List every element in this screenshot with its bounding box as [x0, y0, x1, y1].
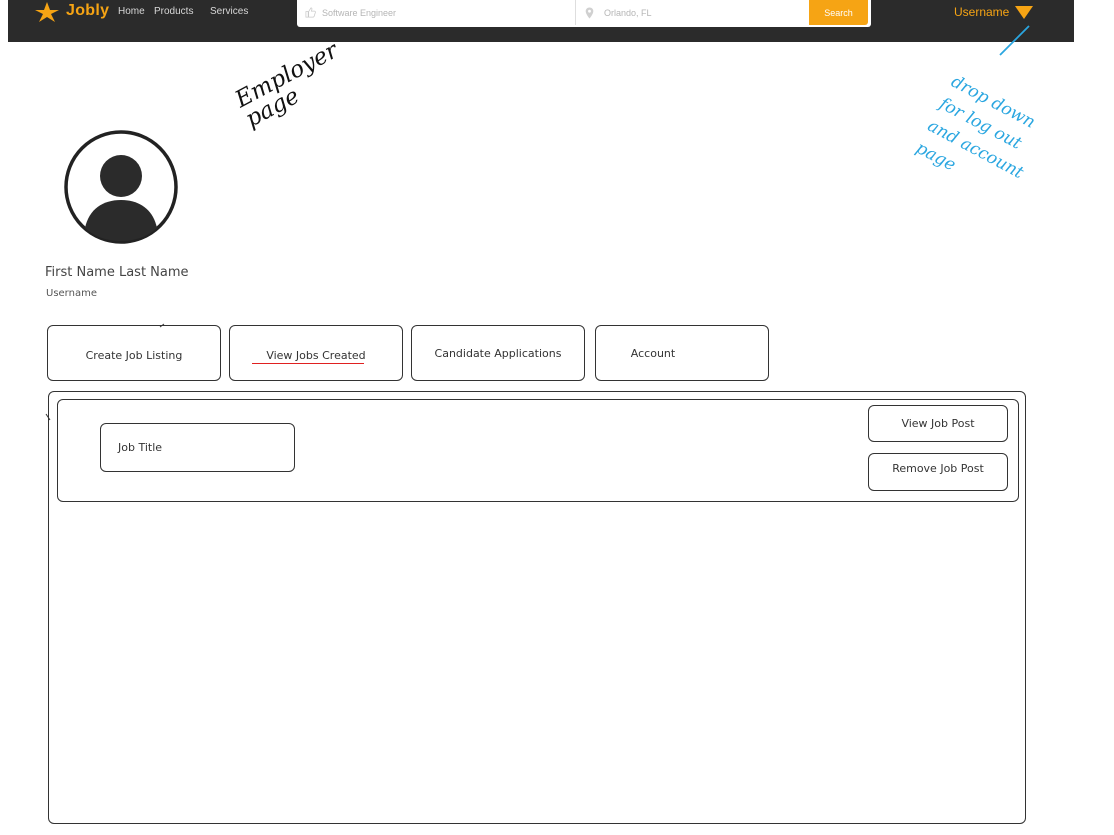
tab-label: Account	[630, 346, 676, 360]
employer-page-note: Employer page	[231, 37, 350, 133]
keyword-search-input[interactable]: Software Engineer	[305, 0, 396, 25]
tab-label: Candidate Applications	[434, 347, 562, 360]
profile-username: Username	[46, 288, 97, 299]
brand-name[interactable]: Jobly	[66, 2, 109, 20]
tab-account[interactable]: Account	[595, 325, 769, 381]
user-menu-label: Username	[954, 5, 1010, 19]
job-title-box[interactable]: Job Title	[100, 423, 295, 472]
nav-link-products[interactable]: Products	[154, 6, 193, 17]
view-job-post-button[interactable]: View Job Post	[868, 405, 1008, 442]
nav-link-services[interactable]: Services	[210, 6, 248, 17]
star-logo-icon	[35, 2, 59, 22]
user-avatar-icon	[64, 130, 178, 244]
tab-create-job-listing[interactable]: Create Job Listing	[47, 325, 221, 381]
active-tab-underline	[252, 363, 364, 364]
tab-label: View Jobs Created	[266, 349, 366, 362]
tab-view-jobs-created[interactable]: View Jobs Created	[229, 325, 403, 381]
user-menu-dropdown[interactable]: Username	[954, 4, 1034, 20]
tab-label: Create Job Listing	[85, 348, 183, 362]
employer-page-note-text: Employer page	[231, 37, 343, 133]
dropdown-triangle-icon	[1015, 6, 1034, 19]
location-search-input[interactable]: Orlando, FL	[585, 0, 652, 25]
tab-candidate-applications[interactable]: Candidate Applications	[411, 325, 585, 381]
search-bar: Software Engineer Orlando, FL Search	[297, 0, 871, 27]
dropdown-note: drop down for log out and account page	[911, 70, 1055, 210]
keyword-placeholder: Software Engineer	[322, 7, 397, 18]
location-placeholder: Orlando, FL	[604, 7, 652, 18]
search-button[interactable]: Search	[809, 0, 868, 25]
remove-job-post-button[interactable]: Remove Job Post	[868, 453, 1008, 491]
profile-full-name: First Name Last Name	[45, 265, 189, 280]
nav-link-home[interactable]: Home	[118, 6, 145, 17]
dropdown-note-text: drop down for log out and account page	[912, 71, 1039, 184]
brand-logo[interactable]	[34, 1, 60, 23]
job-title: Job Title	[118, 441, 163, 454]
thumbs-up-icon	[305, 7, 316, 18]
location-pin-icon	[585, 7, 594, 18]
search-divider	[575, 0, 576, 25]
